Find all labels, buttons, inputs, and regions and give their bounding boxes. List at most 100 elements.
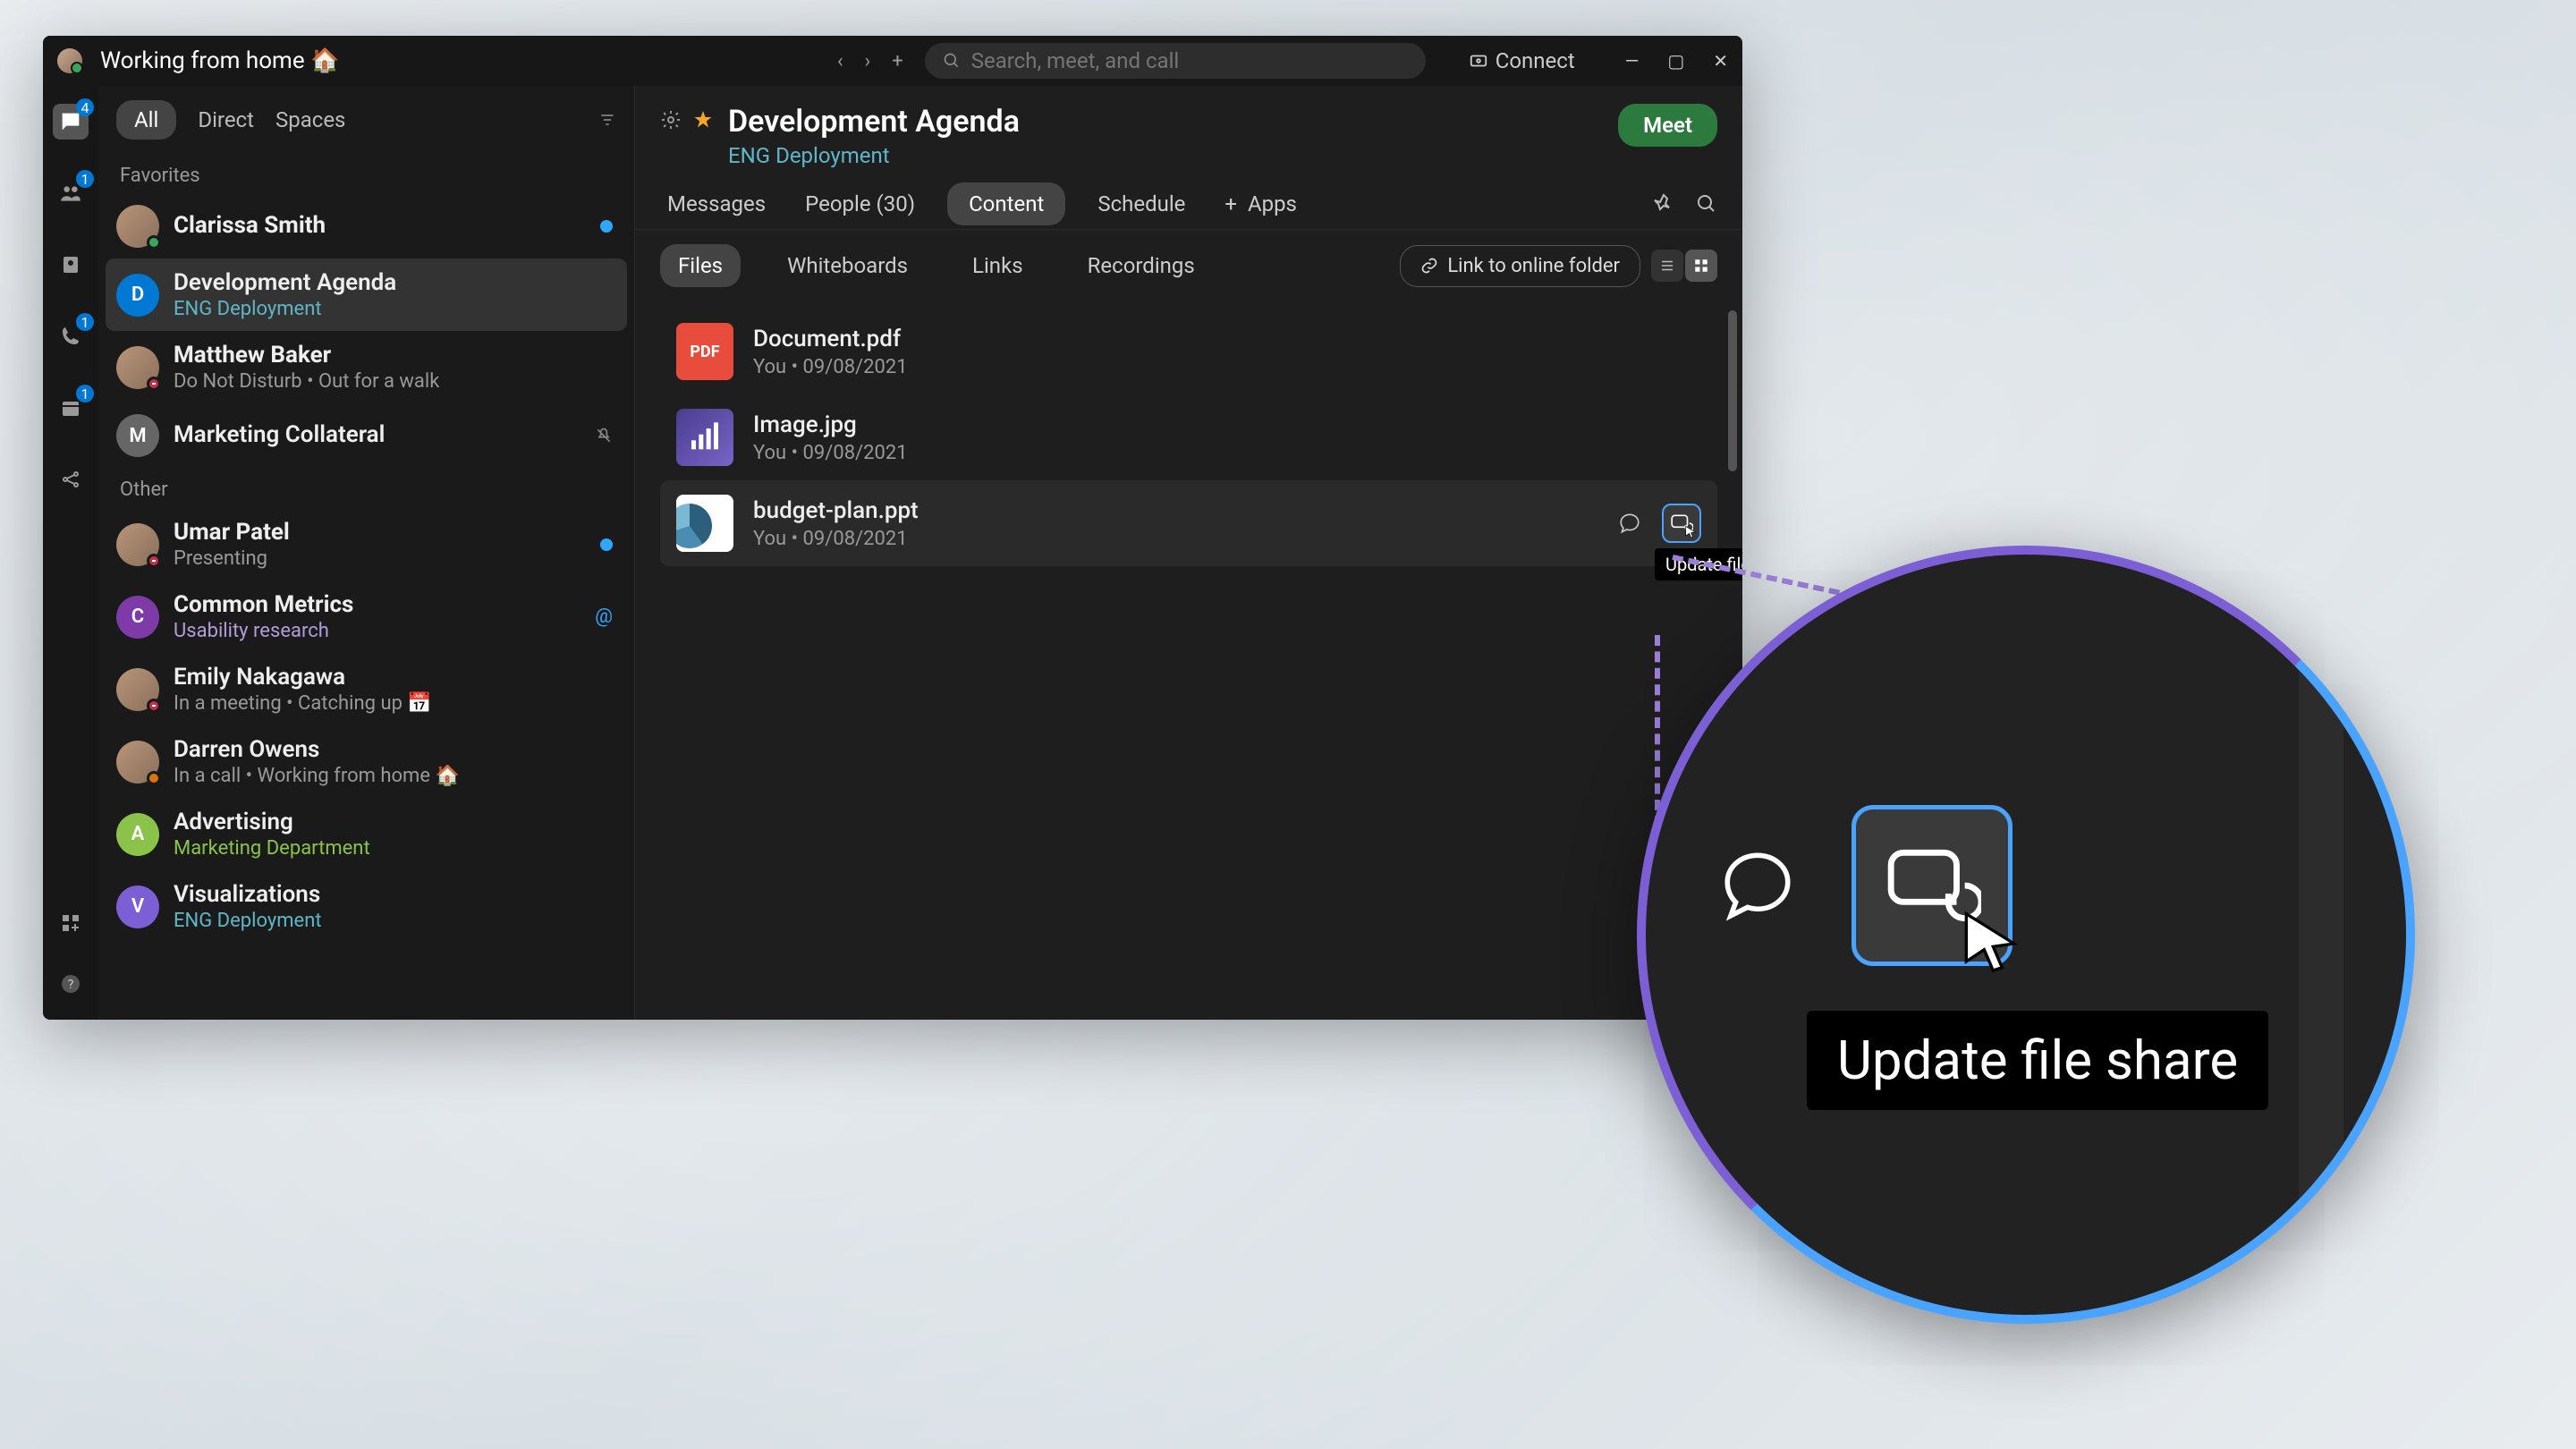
- tab-content[interactable]: Content: [947, 182, 1065, 225]
- maximize-button[interactable]: ▢: [1667, 50, 1684, 72]
- rail-messaging[interactable]: 4: [53, 104, 89, 140]
- new-button[interactable]: +: [892, 50, 902, 72]
- conversation-item[interactable]: Clarissa Smith: [98, 194, 634, 258]
- file-name: Document.pdf: [753, 326, 1701, 352]
- rail-help[interactable]: ?: [53, 966, 89, 1002]
- contacts-icon: [60, 254, 81, 275]
- user-status[interactable]: Working from home 🏠: [100, 47, 339, 74]
- conversation-subtitle: Do Not Disturb • Out for a walk: [174, 370, 616, 393]
- conversation-subtitle: In a call • Working from home 🏠: [174, 765, 616, 787]
- view-grid-button[interactable]: [1685, 250, 1717, 282]
- rail-apps[interactable]: [53, 905, 89, 941]
- conversation-item[interactable]: Umar PatelPresenting: [98, 508, 634, 580]
- search-icon: [943, 52, 961, 70]
- rail-calls[interactable]: 1: [53, 318, 89, 354]
- link-folder-button[interactable]: Link to online folder: [1400, 245, 1640, 287]
- conversation-subtitle: Presenting: [174, 547, 616, 570]
- pin-icon[interactable]: [1653, 193, 1674, 215]
- conversation-item[interactable]: Matthew BakerDo Not Disturb • Out for a …: [98, 331, 634, 403]
- tab-messages[interactable]: Messages: [660, 179, 773, 229]
- help-icon: ?: [60, 973, 81, 995]
- filter-all[interactable]: All: [116, 100, 176, 140]
- conversation-name: Common Metrics: [174, 591, 616, 618]
- conversation-avatar: D: [116, 274, 159, 317]
- file-row[interactable]: Image.jpgYou • 09/08/2021: [660, 394, 1717, 480]
- conversation-avatar: [116, 741, 159, 784]
- update-file-share-button[interactable]: [1852, 805, 2012, 966]
- tab-people[interactable]: People (30): [798, 179, 922, 229]
- conversation-name: Marketing Collateral: [174, 421, 616, 448]
- subtab-recordings[interactable]: Recordings: [1070, 244, 1213, 287]
- subtab-files[interactable]: Files: [660, 244, 741, 287]
- gear-icon[interactable]: [660, 109, 682, 131]
- conversation-item[interactable]: Darren OwensIn a call • Working from hom…: [98, 725, 634, 798]
- app-body: 4 1 1 1: [43, 86, 1742, 1020]
- calendar-icon: [60, 397, 81, 419]
- space-subtitle[interactable]: ENG Deployment: [728, 143, 1020, 168]
- file-list: PDFDocument.pdfYou • 09/08/2021Image.jpg…: [635, 301, 1742, 1020]
- meet-button[interactable]: Meet: [1618, 104, 1717, 147]
- conversation-item[interactable]: Emily NakagawaIn a meeting • Catching up…: [98, 653, 634, 725]
- sidebar: All Direct Spaces Favorites Clarissa Smi…: [98, 86, 635, 1020]
- file-row[interactable]: budget-plan.ppt You • 09/08/2021 Update fi…: [660, 480, 1717, 566]
- unread-indicator: [600, 220, 613, 233]
- file-name: Image.jpg: [753, 411, 1701, 438]
- phone-icon: [60, 326, 81, 347]
- section-other: Other: [98, 468, 634, 508]
- chat-icon: [1717, 845, 1798, 926]
- file-row[interactable]: PDFDocument.pdfYou • 09/08/2021: [660, 309, 1717, 394]
- file-thumbnail: [676, 409, 733, 466]
- file-chat-button[interactable]: [1610, 504, 1649, 543]
- file-meta: You • 09/08/2021: [753, 528, 1590, 550]
- mag-tooltip: Update file share: [1807, 1011, 2268, 1110]
- view-list-button[interactable]: [1651, 250, 1683, 282]
- rail-teams[interactable]: 1: [53, 175, 89, 211]
- search-bar[interactable]: [925, 43, 1426, 79]
- conversation-avatar: [116, 346, 159, 389]
- search-input[interactable]: [971, 48, 1408, 73]
- conversation-item[interactable]: MMarketing Collateral: [98, 403, 634, 468]
- conversation-subtitle: Marketing Department: [174, 837, 616, 860]
- tab-apps[interactable]: + Apps: [1217, 179, 1304, 229]
- search-icon[interactable]: [1696, 193, 1717, 215]
- update-file-share-button[interactable]: Update file share: [1662, 504, 1701, 543]
- mag-scrollbar: [2299, 572, 2343, 1297]
- conversation-name: Visualizations: [174, 881, 616, 908]
- conversation-item[interactable]: AAdvertisingMarketing Department: [98, 798, 634, 870]
- conversation-avatar: C: [116, 596, 159, 639]
- conversation-item[interactable]: VVisualizationsENG Deployment: [98, 870, 634, 943]
- conversation-item[interactable]: DDevelopment AgendaENG Deployment: [106, 258, 627, 331]
- connect-button[interactable]: Connect: [1469, 48, 1575, 73]
- tab-schedule[interactable]: Schedule: [1090, 179, 1192, 229]
- file-thumbnail: [676, 495, 733, 552]
- conversation-item[interactable]: CCommon MetricsUsability research@: [98, 580, 634, 653]
- minimize-button[interactable]: —: [1625, 50, 1640, 72]
- conversation-subtitle: ENG Deployment: [174, 298, 616, 320]
- share-icon: [60, 469, 81, 490]
- conversation-subtitle: Usability research: [174, 620, 616, 642]
- link-icon: [1420, 257, 1438, 275]
- back-button[interactable]: ‹: [837, 50, 843, 72]
- presence-indicator: [147, 771, 161, 785]
- subtab-whiteboards[interactable]: Whiteboards: [769, 244, 926, 287]
- user-avatar[interactable]: [57, 48, 82, 73]
- connect-icon: [1469, 51, 1488, 71]
- filter-icon[interactable]: [598, 111, 616, 129]
- rail-share[interactable]: [53, 462, 89, 497]
- rail-calendar[interactable]: 1: [53, 390, 89, 426]
- presence-indicator: [147, 377, 161, 391]
- filter-direct[interactable]: Direct: [198, 107, 254, 132]
- app-window: Working from home 🏠 ‹ › + Connect — ▢ ✕: [43, 36, 1742, 1020]
- conversation-subtitle: ENG Deployment: [174, 910, 616, 932]
- muted-icon: [595, 427, 613, 445]
- conversation-name: Umar Patel: [174, 519, 616, 546]
- filter-spaces[interactable]: Spaces: [275, 107, 345, 132]
- subtab-links[interactable]: Links: [954, 244, 1041, 287]
- rail-contacts[interactable]: [53, 247, 89, 283]
- rail-badge: 1: [76, 385, 94, 402]
- file-name: budget-plan.ppt: [753, 497, 1590, 524]
- star-icon[interactable]: [692, 109, 714, 131]
- close-button[interactable]: ✕: [1713, 50, 1728, 72]
- forward-button[interactable]: ›: [865, 50, 871, 72]
- conversation-name: Advertising: [174, 809, 616, 835]
